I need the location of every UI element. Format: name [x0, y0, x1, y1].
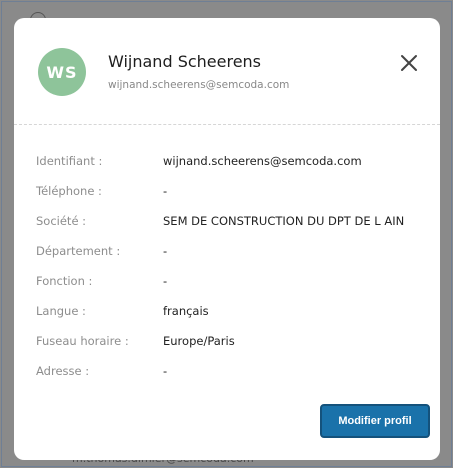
- header-divider: [14, 124, 440, 125]
- field-label: Adresse :: [36, 364, 90, 378]
- field-label: Société :: [36, 214, 87, 228]
- profile-name: Wijnand Scheerens: [108, 52, 262, 71]
- profile-email: wijnand.scheerens@semcoda.com: [108, 79, 290, 91]
- field-value: -: [163, 364, 168, 378]
- field-value: SEM DE CONSTRUCTION DU DPT DE L AIN: [163, 214, 405, 228]
- field-value: Europe/Paris: [163, 334, 235, 348]
- close-icon[interactable]: [398, 52, 420, 74]
- edit-profile-button[interactable]: Modifier profil: [320, 404, 430, 438]
- avatar-initials: WS: [46, 62, 78, 82]
- field-value: wijnand.scheerens@semcoda.com: [163, 154, 362, 168]
- field-label: Identifiant :: [36, 154, 103, 168]
- field-value: -: [163, 184, 168, 198]
- close-button[interactable]: [398, 52, 420, 74]
- avatar: WS: [38, 48, 86, 96]
- field-value: français: [163, 304, 209, 318]
- field-label: Fonction :: [36, 274, 93, 288]
- field-label: Département :: [36, 244, 121, 258]
- field-label: Langue :: [36, 304, 86, 318]
- field-label: Fuseau horaire :: [36, 334, 129, 348]
- field-value: -: [163, 244, 168, 258]
- profile-modal: WS Wijnand Scheerens wijnand.scheerens@s…: [14, 18, 440, 460]
- field-label: Téléphone :: [36, 184, 102, 198]
- field-value: -: [163, 274, 168, 288]
